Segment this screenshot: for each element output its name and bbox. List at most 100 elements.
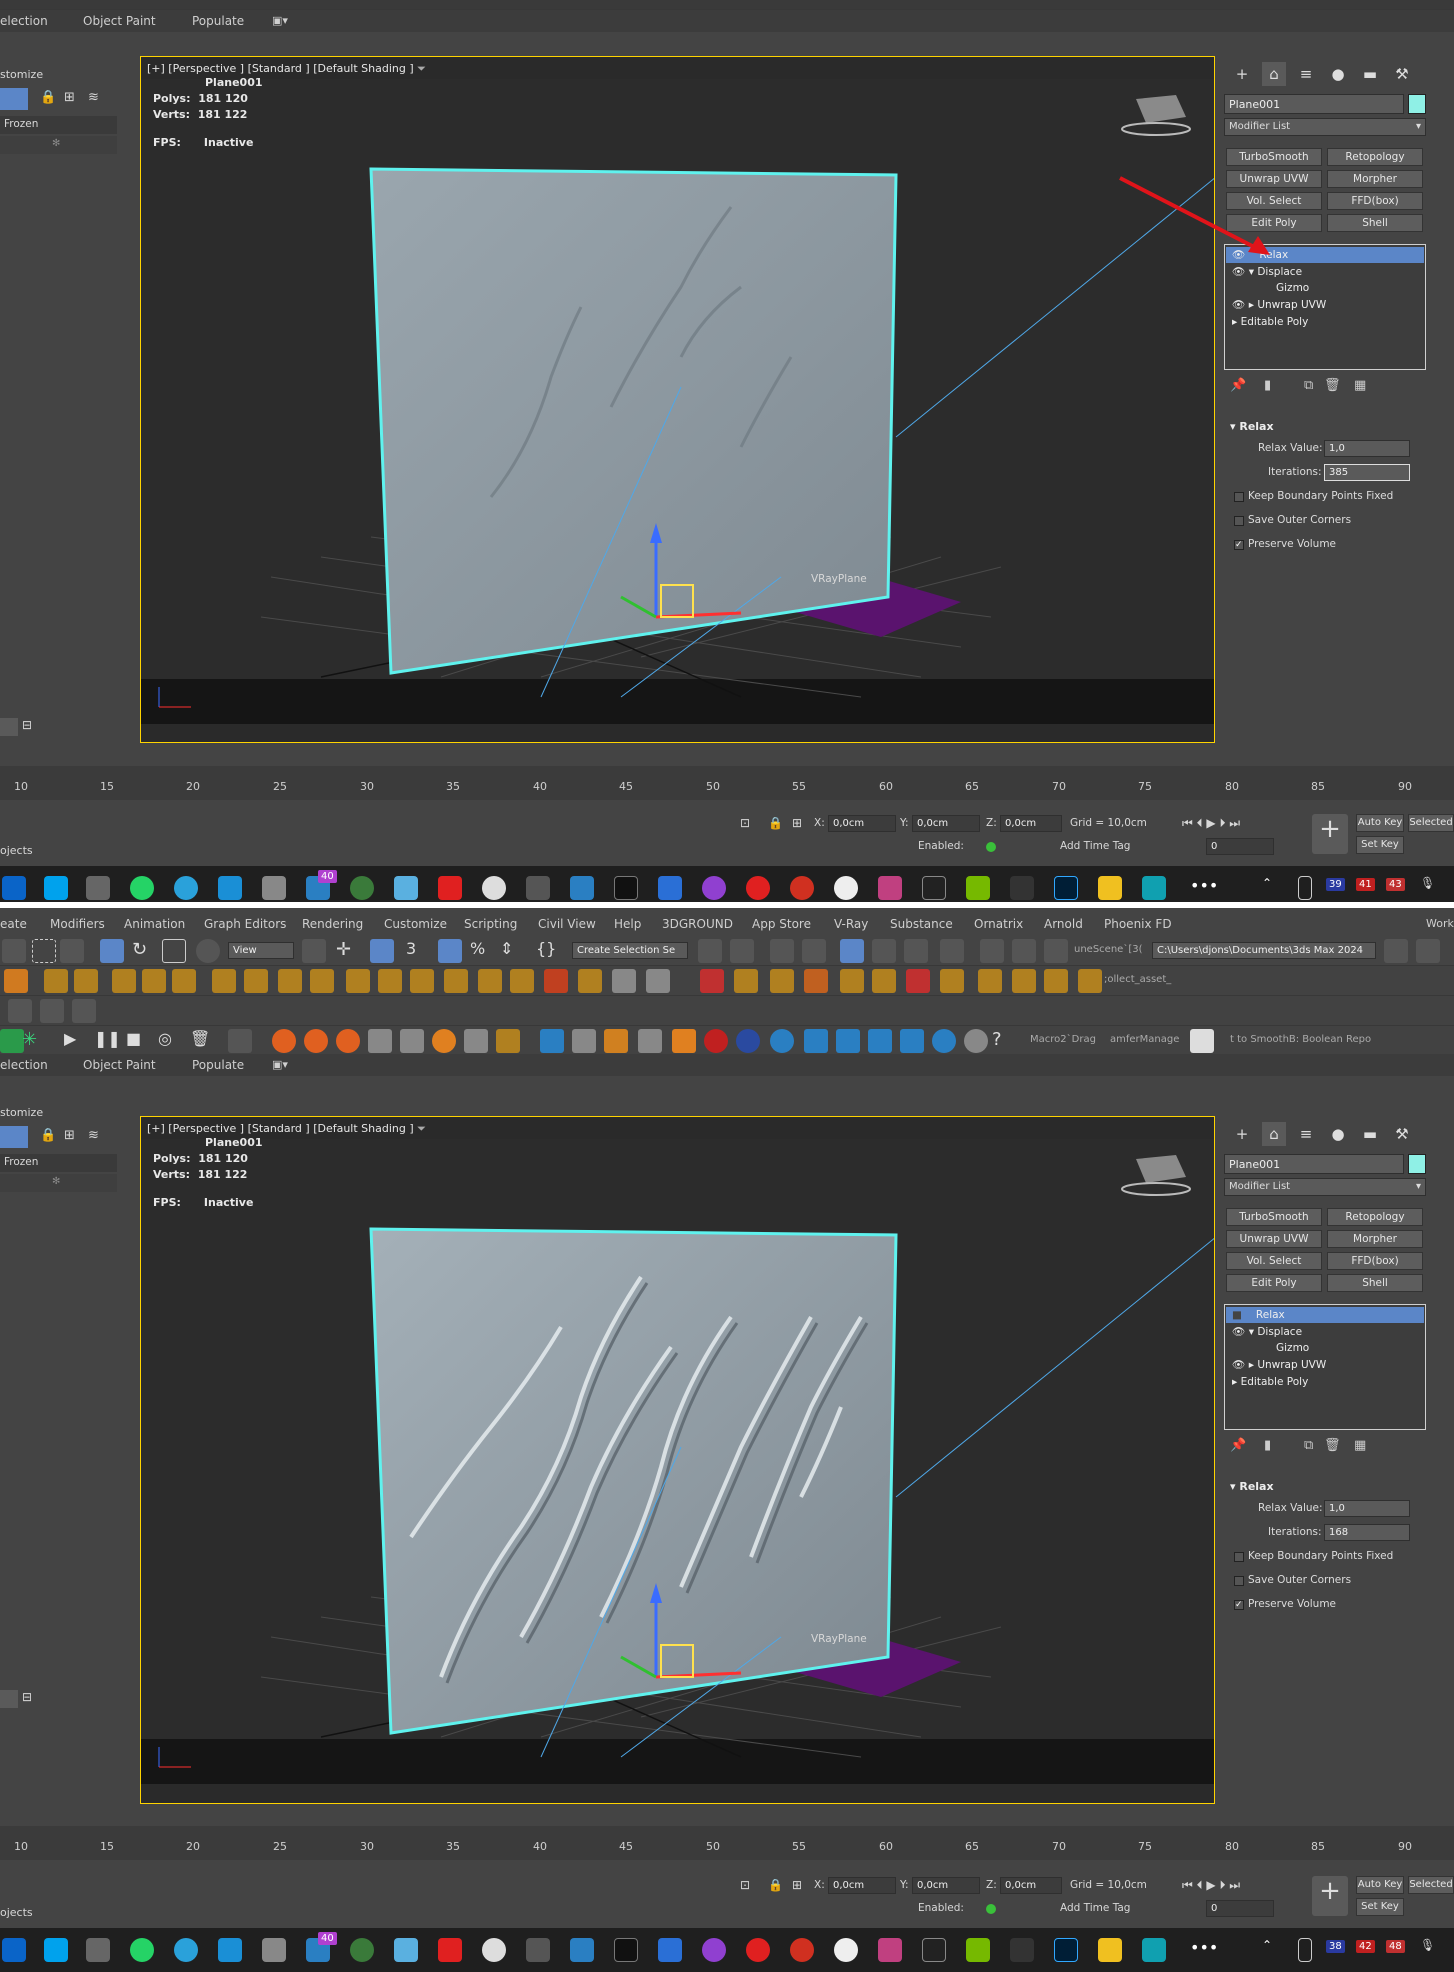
- boolean-repo-label[interactable]: t to SmoothB: Boolean Repo: [1230, 1034, 1371, 1045]
- set-key-plus-icon[interactable]: +: [1312, 1876, 1348, 1916]
- t-app-icon[interactable]: [438, 876, 462, 900]
- more-icon[interactable]: •••: [1190, 876, 1218, 900]
- frozen-header[interactable]: Frozen: [0, 116, 117, 134]
- populate-tab[interactable]: Populate: [192, 14, 244, 28]
- reset-icon[interactable]: ◎: [158, 1029, 182, 1053]
- scene-explorer-icon[interactable]: [770, 939, 794, 963]
- menu-animation[interactable]: Animation: [124, 917, 185, 931]
- play-icon[interactable]: ▶: [64, 1029, 88, 1053]
- absolute-mode-icon[interactable]: ⊞: [792, 816, 802, 830]
- ffd-box-button[interactable]: FFD(box): [1327, 192, 1423, 210]
- stack-item-unwrap[interactable]: 👁 ▸ Unwrap UVW: [1226, 297, 1424, 313]
- delete-icon[interactable]: 🗑: [190, 1029, 214, 1053]
- angle-snap-icon[interactable]: [438, 939, 462, 963]
- object-paint-tab[interactable]: Object Paint: [83, 14, 156, 28]
- object-name-field[interactable]: Plane001: [1224, 1154, 1404, 1174]
- 3ds-max-icon[interactable]: [1142, 876, 1166, 900]
- next-icon[interactable]: [72, 999, 96, 1023]
- fire-icon-3[interactable]: [336, 1029, 360, 1053]
- retopology-button[interactable]: Retopology: [1327, 148, 1423, 166]
- menu-workspace[interactable]: Work: [1426, 917, 1454, 930]
- chevron-up-icon[interactable]: ⌃: [1262, 1938, 1286, 1962]
- expand-arrow-icon[interactable]: ▸: [1232, 316, 1237, 328]
- schematic-view-icon[interactable]: [904, 939, 928, 963]
- more-icon[interactable]: •••: [1190, 1938, 1218, 1962]
- current-frame-field[interactable]: 0: [1206, 1900, 1274, 1917]
- populate-tab[interactable]: Populate: [192, 1058, 244, 1072]
- tray-badge-2[interactable]: 42: [1356, 1940, 1375, 1953]
- t-app-icon[interactable]: [438, 1938, 462, 1962]
- liquid-icon-5[interactable]: [672, 1029, 696, 1053]
- liquid-icon-1[interactable]: [540, 1029, 564, 1053]
- curve-editor-icon[interactable]: [872, 939, 896, 963]
- plugin-icon-5[interactable]: [142, 969, 166, 993]
- tray-badge-3[interactable]: 43: [1386, 878, 1405, 891]
- frozen-row[interactable]: ✻: [0, 136, 117, 154]
- amfer-manage-label[interactable]: amferManage: [1110, 1034, 1179, 1045]
- ocean-icon-4[interactable]: [900, 1029, 924, 1053]
- ffd-box-button[interactable]: FFD(box): [1327, 1252, 1423, 1270]
- menu-civil-view[interactable]: Civil View: [538, 917, 596, 931]
- relax-value-spinner[interactable]: 1,0: [1324, 440, 1410, 457]
- set-project-icon[interactable]: [1416, 939, 1440, 963]
- menu-graph-editors[interactable]: Graph Editors: [204, 917, 286, 931]
- stack-item-displace[interactable]: 👁 ▾ Displace: [1226, 1324, 1424, 1340]
- microphone-icon[interactable]: 🎙: [1420, 876, 1444, 900]
- modifier-list-dropdown[interactable]: Modifier List ▾: [1224, 118, 1426, 136]
- stack-item-gizmo[interactable]: Gizmo: [1226, 1340, 1424, 1356]
- gallery-icon[interactable]: [570, 1938, 594, 1962]
- plugin-icon-8[interactable]: [244, 969, 268, 993]
- utilities-tab-icon[interactable]: ⚒: [1390, 62, 1414, 86]
- rotate-icon[interactable]: ↻: [132, 939, 156, 963]
- ocean-icon-1[interactable]: [804, 1029, 828, 1053]
- 3ds-max-icon[interactable]: [1142, 1938, 1166, 1962]
- skype-icon[interactable]: [44, 876, 68, 900]
- liquid-icon-3[interactable]: [604, 1029, 628, 1053]
- toggle-ribbon-icon[interactable]: [840, 939, 864, 963]
- ocean-icon-6[interactable]: [964, 1029, 988, 1053]
- pin-icon[interactable]: 📌: [1230, 378, 1246, 393]
- plugin-icon-4[interactable]: [112, 969, 136, 993]
- desktop-icon[interactable]: [218, 876, 242, 900]
- create-tab-icon[interactable]: +: [1230, 62, 1254, 86]
- device-icon[interactable]: [1298, 876, 1312, 900]
- add-time-tag[interactable]: Add Time Tag: [1060, 840, 1130, 852]
- settings-icon[interactable]: [526, 876, 550, 900]
- circle-app-icon[interactable]: [702, 876, 726, 900]
- render-setup-icon[interactable]: [980, 939, 1004, 963]
- iterations-spinner[interactable]: 168: [1324, 1524, 1410, 1541]
- layer-explorer-icon[interactable]: [0, 1690, 18, 1708]
- hierarchy-icon[interactable]: ⊞: [64, 90, 75, 105]
- ocean-icon-3[interactable]: [868, 1029, 892, 1053]
- x-coordinate-field[interactable]: 0,0cm: [828, 815, 896, 832]
- colorful-app-icon[interactable]: [878, 1938, 902, 1962]
- app-grid-icon[interactable]: [658, 1938, 682, 1962]
- plugin-icon-19[interactable]: [612, 969, 636, 993]
- make-unique-icon[interactable]: ⧉: [1304, 1438, 1313, 1453]
- display-tab-icon[interactable]: ▬: [1358, 62, 1382, 86]
- unwrap-uvw-button[interactable]: Unwrap UVW: [1226, 1230, 1322, 1248]
- plugin-icon-14[interactable]: [444, 969, 468, 993]
- isolate-icon[interactable]: ⊡: [740, 1878, 750, 1892]
- pivot-icon[interactable]: [302, 939, 326, 963]
- telegram-icon[interactable]: [174, 1938, 198, 1962]
- circle-app-icon[interactable]: [702, 1938, 726, 1962]
- photoshop-icon[interactable]: [1054, 876, 1078, 900]
- relax-rollout-title[interactable]: ▾ Relax: [1230, 420, 1274, 433]
- list-icon[interactable]: [228, 1029, 252, 1053]
- menu-phoenix-fd[interactable]: Phoenix FD: [1104, 917, 1172, 931]
- set-key-button[interactable]: Set Key: [1356, 1898, 1404, 1916]
- stack-item-gizmo[interactable]: Gizmo: [1226, 280, 1424, 296]
- plugin-icon-23[interactable]: [770, 969, 794, 993]
- eye-off-icon[interactable]: ■: [1226, 1309, 1242, 1321]
- gallery-icon[interactable]: [570, 876, 594, 900]
- menu-customize[interactable]: Customize: [384, 917, 447, 931]
- configure-icon[interactable]: ▦: [1354, 378, 1366, 393]
- ocean-icon-2[interactable]: [836, 1029, 860, 1053]
- timeline[interactable]: 10 15 20 25 30 35 40 45 50 55 60 65 70 75 80 85 …: [0, 1826, 1454, 1860]
- turbosmooth-button[interactable]: TurboSmooth: [1226, 148, 1322, 166]
- desktop-icon[interactable]: [218, 1938, 242, 1962]
- whatsapp-icon[interactable]: [130, 1938, 154, 1962]
- chevron-up-icon[interactable]: ⌃: [1262, 876, 1286, 900]
- modifier-list-dropdown[interactable]: Modifier List ▾: [1224, 1178, 1426, 1196]
